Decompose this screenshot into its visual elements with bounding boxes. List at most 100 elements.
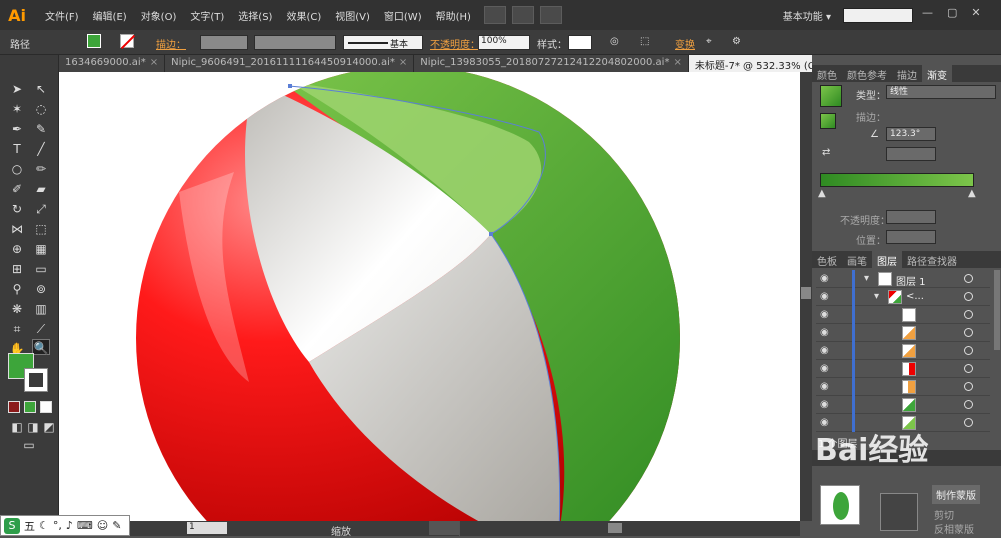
aspect-ratio-input[interactable] bbox=[886, 147, 936, 161]
layer-row[interactable]: ◉ bbox=[816, 306, 990, 324]
isolate-icon[interactable]: ⌖ bbox=[706, 36, 712, 47]
menu-help[interactable]: 帮助(H) bbox=[429, 8, 478, 23]
horizontal-scroll-thumb[interactable] bbox=[608, 523, 622, 533]
vertical-scroll-thumb[interactable] bbox=[801, 287, 811, 299]
clip-checkbox-label[interactable]: 剪切 bbox=[934, 507, 954, 522]
tab-document-2[interactable]: Nipic_9606491_20161111164450914000.ai* × bbox=[165, 55, 415, 72]
fill-color-swatch[interactable] bbox=[87, 34, 101, 48]
visibility-eye-icon[interactable]: ◉ bbox=[820, 345, 829, 356]
menu-type[interactable]: 文字(T) bbox=[183, 8, 231, 23]
width-tool-icon[interactable]: ⋈ bbox=[8, 221, 26, 237]
wrench-icon[interactable]: ✎ bbox=[112, 519, 121, 532]
visibility-eye-icon[interactable]: ◉ bbox=[820, 309, 829, 320]
gradient-stop-right[interactable]: ▲ bbox=[968, 188, 976, 199]
menu-effect[interactable]: 效果(C) bbox=[279, 8, 328, 23]
layer-row[interactable]: ◉ bbox=[816, 360, 990, 378]
paintbrush-tool-icon[interactable]: ✏ bbox=[32, 161, 50, 177]
maximize-button[interactable]: ▢ bbox=[947, 6, 957, 19]
line-tool-icon[interactable]: ╱ bbox=[32, 141, 50, 157]
ime-mode-label[interactable]: 五 bbox=[24, 518, 35, 534]
visibility-eye-icon[interactable]: ◉ bbox=[820, 363, 829, 374]
search-input[interactable] bbox=[843, 8, 913, 23]
menu-window[interactable]: 窗口(W) bbox=[377, 8, 429, 23]
mesh-tool-icon[interactable]: ⊞ bbox=[8, 261, 26, 277]
close-icon[interactable]: × bbox=[150, 57, 158, 68]
opacity-label[interactable]: 不透明度： bbox=[430, 36, 480, 51]
layer-row-main[interactable]: ◉ ▾ 图层 1 bbox=[816, 270, 990, 288]
perspective-grid-tool-icon[interactable]: ▦ bbox=[32, 241, 50, 257]
options-icon[interactable]: ⚙ bbox=[732, 36, 741, 47]
type-tool-icon[interactable]: T bbox=[8, 141, 26, 157]
lasso-tool-icon[interactable]: ◌ bbox=[32, 101, 50, 117]
menu-select[interactable]: 选择(S) bbox=[231, 8, 279, 23]
menu-file[interactable]: 文件(F) bbox=[38, 8, 86, 23]
expand-arrow-icon[interactable]: ▾ bbox=[874, 291, 879, 302]
anchor-point[interactable] bbox=[489, 232, 493, 236]
stroke-none-swatch[interactable] bbox=[120, 34, 134, 48]
tab-pathfinder[interactable]: 路径查找器 bbox=[902, 251, 962, 268]
sogou-logo-icon[interactable]: S bbox=[4, 517, 20, 534]
eyedropper-tool-icon[interactable]: ⚲ bbox=[8, 281, 26, 297]
tab-color-guide[interactable]: 颜色参考 bbox=[842, 65, 892, 82]
tab-color[interactable]: 颜色 bbox=[812, 65, 842, 82]
tab-swatches[interactable]: 色板 bbox=[812, 251, 842, 268]
layer-row[interactable]: ◉ bbox=[816, 378, 990, 396]
opacity-input[interactable]: 100% bbox=[478, 35, 530, 50]
scale-tool-icon[interactable]: ⤢ bbox=[32, 201, 50, 217]
menu-edit[interactable]: 编辑(E) bbox=[86, 8, 134, 23]
target-circle-icon[interactable] bbox=[964, 382, 973, 391]
gradient-slider[interactable] bbox=[820, 173, 974, 187]
bridge-icon[interactable] bbox=[483, 6, 506, 24]
mask-thumbnail[interactable] bbox=[880, 493, 918, 531]
target-circle-icon[interactable] bbox=[964, 310, 973, 319]
stop-opacity-input[interactable] bbox=[886, 210, 936, 224]
moon-icon[interactable]: ☾ bbox=[39, 519, 49, 532]
transform-link[interactable]: 变换 bbox=[675, 36, 695, 51]
symbol-sprayer-tool-icon[interactable]: ❋ bbox=[8, 301, 26, 317]
target-circle-icon[interactable] bbox=[964, 292, 973, 301]
visibility-eye-icon[interactable]: ◉ bbox=[820, 327, 829, 338]
target-circle-icon[interactable] bbox=[964, 400, 973, 409]
user-icon[interactable]: ☺ bbox=[97, 519, 108, 532]
layer-row[interactable]: ◉ bbox=[816, 324, 990, 342]
invert-mask-checkbox-label[interactable]: 反相蒙版 bbox=[934, 521, 974, 536]
layers-scroll-thumb[interactable] bbox=[994, 270, 1000, 350]
menu-object[interactable]: 对象(O) bbox=[134, 8, 184, 23]
close-icon[interactable]: × bbox=[399, 57, 407, 68]
tab-document-3[interactable]: Nipic_13983055_20180727212412204802000.a… bbox=[414, 55, 689, 72]
artboard-canvas[interactable] bbox=[59, 72, 800, 521]
free-transform-tool-icon[interactable]: ⬚ bbox=[32, 221, 50, 237]
target-circle-icon[interactable] bbox=[964, 364, 973, 373]
horizontal-scrollbar[interactable] bbox=[429, 521, 459, 535]
tab-brushes[interactable]: 画笔 bbox=[842, 251, 872, 268]
brush-dropdown[interactable]: 基本 bbox=[343, 35, 423, 50]
stroke-label[interactable]: 描边： bbox=[156, 36, 186, 51]
gradient-preview-swatch[interactable] bbox=[820, 85, 842, 107]
microphone-icon[interactable]: ♪ bbox=[66, 519, 73, 532]
magic-wand-tool-icon[interactable]: ✶ bbox=[8, 101, 26, 117]
close-icon[interactable]: × bbox=[673, 57, 681, 68]
tab-document-1[interactable]: 1634669000.ai* × bbox=[59, 55, 166, 72]
stroke-weight-dropdown[interactable] bbox=[200, 35, 248, 50]
keyboard-icon[interactable]: ⌨ bbox=[77, 519, 93, 532]
close-button[interactable]: ✕ bbox=[971, 6, 980, 19]
gradient-stop-left[interactable]: ▲ bbox=[818, 188, 826, 199]
draw-inside-icon[interactable]: ◩ bbox=[40, 419, 58, 435]
selection-tool-icon[interactable]: ➤ bbox=[8, 81, 26, 97]
punctuation-icon[interactable]: °, bbox=[53, 519, 62, 532]
blend-tool-icon[interactable]: ⊚ bbox=[32, 281, 50, 297]
workspace-switcher[interactable]: 基本功能 ▾ bbox=[783, 8, 831, 23]
visibility-eye-icon[interactable]: ◉ bbox=[820, 399, 829, 410]
none-mode-button[interactable] bbox=[40, 401, 52, 413]
gradient-mode-button[interactable] bbox=[24, 401, 36, 413]
visibility-eye-icon[interactable]: ◉ bbox=[820, 381, 829, 392]
rotate-tool-icon[interactable]: ↻ bbox=[8, 201, 26, 217]
anchor-point[interactable] bbox=[288, 84, 292, 88]
angle-input[interactable]: 123.3° bbox=[886, 127, 936, 141]
zoom-tool-icon[interactable]: 🔍 bbox=[32, 339, 50, 355]
curvature-tool-icon[interactable]: ✎ bbox=[32, 121, 50, 137]
align-icon[interactable]: ⬚ bbox=[640, 36, 649, 47]
menu-view[interactable]: 视图(V) bbox=[328, 8, 377, 23]
target-circle-icon[interactable] bbox=[964, 346, 973, 355]
pen-tool-icon[interactable]: ✒ bbox=[8, 121, 26, 137]
